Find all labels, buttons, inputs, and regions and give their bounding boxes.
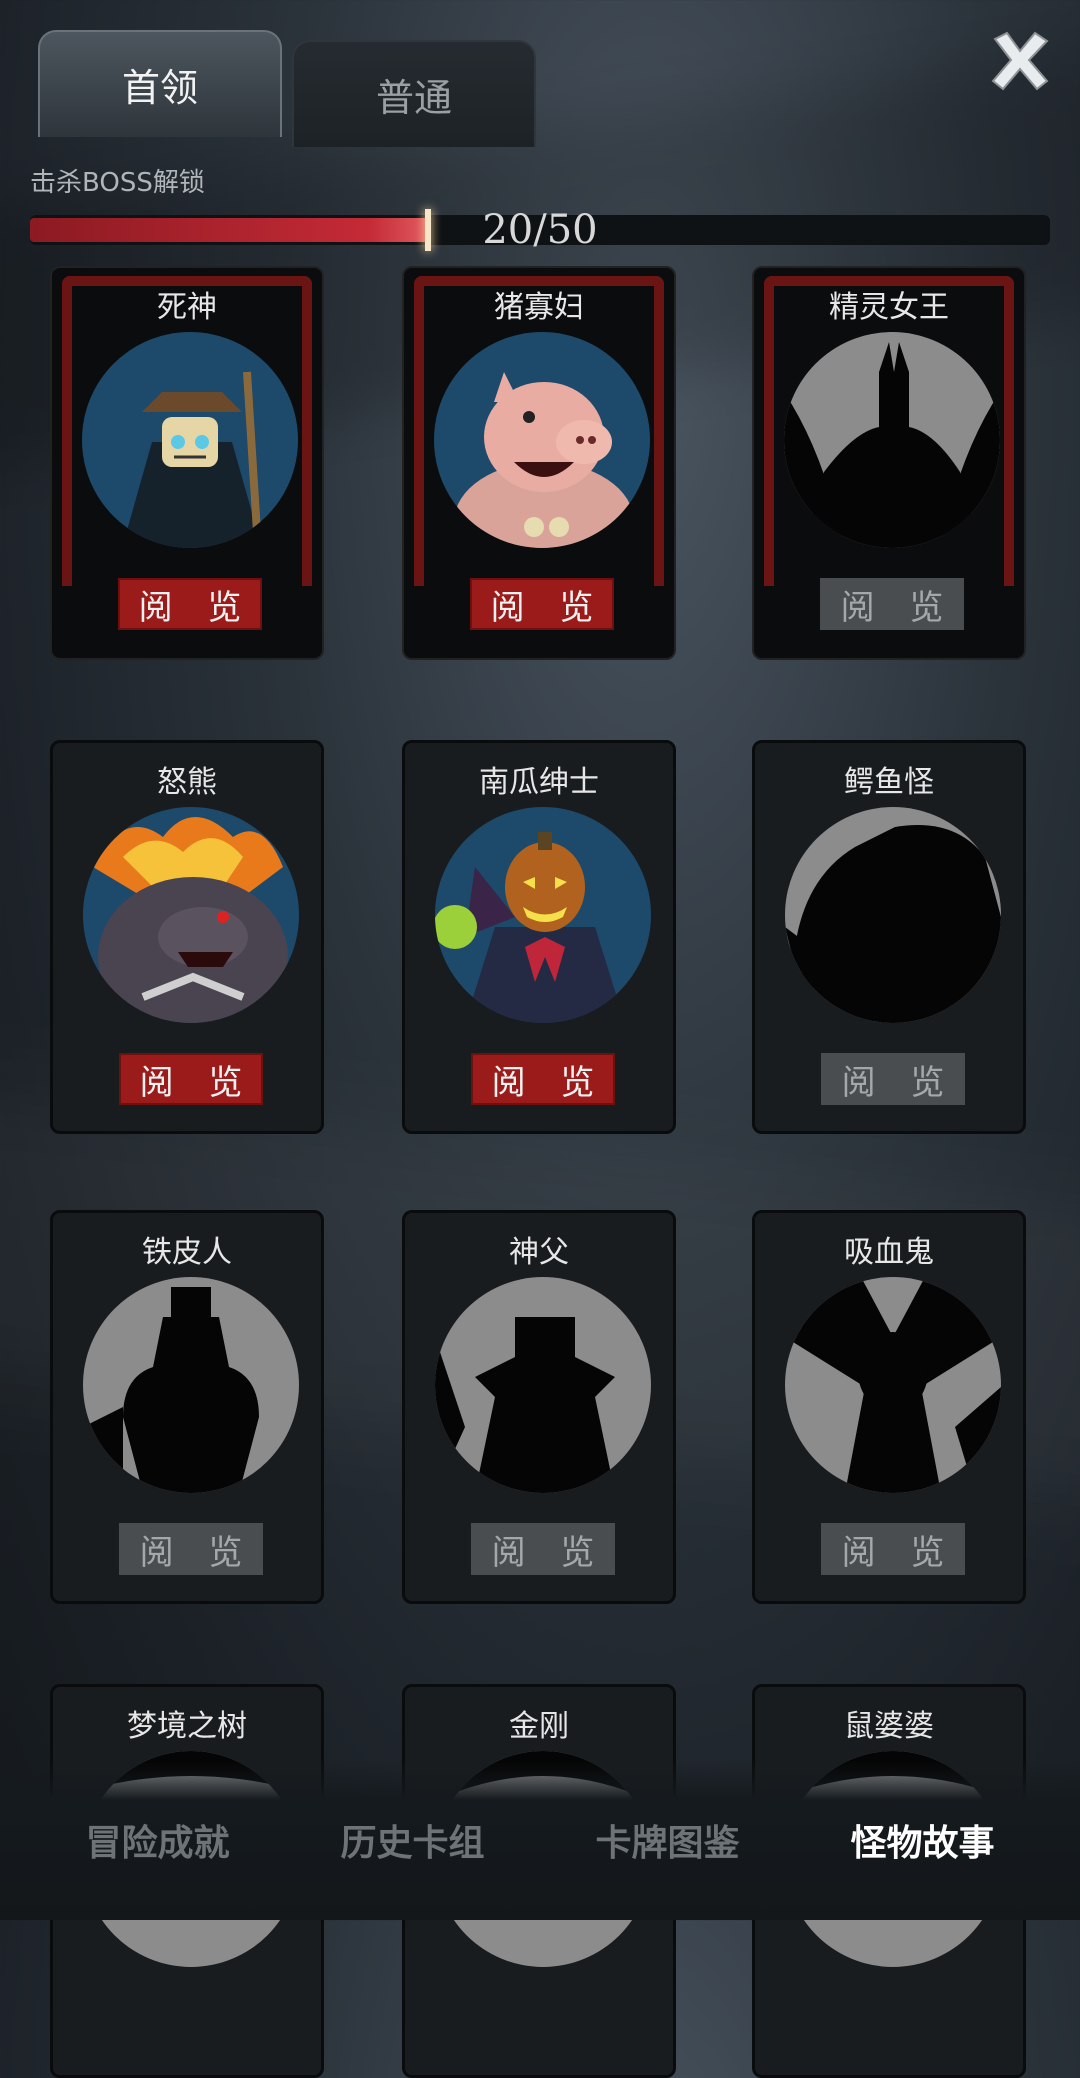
monster-card-crocodile-monster[interactable]: 鳄鱼怪阅 览 bbox=[752, 740, 1026, 1134]
progress-text: 20/50 bbox=[482, 207, 598, 253]
monster-card-tin-man[interactable]: 铁皮人阅 览 bbox=[50, 1210, 324, 1604]
monster-card-pumpkin-gentleman[interactable]: 南瓜绅士阅 览 bbox=[402, 740, 676, 1134]
monster-portrait bbox=[434, 332, 650, 548]
view-button[interactable]: 阅 览 bbox=[118, 578, 262, 630]
monster-name: 鼠婆婆 bbox=[844, 1709, 934, 1744]
monster-name: 金刚 bbox=[509, 1709, 569, 1744]
monster-card-vampire[interactable]: 吸血鬼阅 览 bbox=[752, 1210, 1026, 1604]
view-button[interactable]: 阅 览 bbox=[119, 1523, 263, 1575]
monster-name: 铁皮人 bbox=[142, 1235, 232, 1270]
monster-card-pig-widow[interactable]: 猪寡妇阅 览 bbox=[402, 266, 676, 660]
monster-name: 神父 bbox=[509, 1235, 569, 1270]
monster-silhouette bbox=[785, 807, 1001, 1023]
nav-history-decks[interactable]: 历史卡组 bbox=[340, 1814, 484, 1866]
nav-monster-stories[interactable]: 怪物故事 bbox=[850, 1814, 994, 1866]
monster-name: 吸血鬼 bbox=[844, 1235, 934, 1270]
view-button[interactable]: 阅 览 bbox=[821, 1053, 965, 1105]
monster-silhouette bbox=[784, 332, 1000, 548]
monster-name: 猪寡妇 bbox=[494, 290, 584, 325]
monster-portrait bbox=[83, 807, 299, 1023]
monster-card-angry-bear[interactable]: 怒熊阅 览 bbox=[50, 740, 324, 1134]
close-icon[interactable] bbox=[985, 25, 1055, 95]
monster-silhouette bbox=[785, 1277, 1001, 1493]
monster-card-elf-queen[interactable]: 精灵女王阅 览 bbox=[752, 266, 1026, 660]
nav-adventure-achievements[interactable]: 冒险成就 bbox=[85, 1814, 229, 1866]
view-button[interactable]: 阅 览 bbox=[471, 1523, 615, 1575]
monster-name: 南瓜绅士 bbox=[479, 765, 599, 800]
monster-name: 死神 bbox=[157, 290, 217, 325]
view-button[interactable]: 阅 览 bbox=[820, 578, 964, 630]
unlock-progress-bar: 20/50 bbox=[30, 207, 1050, 253]
view-button[interactable]: 阅 览 bbox=[821, 1523, 965, 1575]
view-button[interactable]: 阅 览 bbox=[470, 578, 614, 630]
monster-silhouette bbox=[435, 1277, 651, 1493]
monster-name: 怒熊 bbox=[157, 765, 217, 800]
monster-name: 鳄鱼怪 bbox=[844, 765, 934, 800]
monster-portrait bbox=[435, 807, 651, 1023]
tab-boss[interactable]: 首领 bbox=[38, 30, 282, 137]
bottom-nav: 冒险成就 历史卡组 卡牌图鉴 怪物故事 bbox=[0, 1760, 1080, 1920]
view-button[interactable]: 阅 览 bbox=[471, 1053, 615, 1105]
monster-name: 精灵女王 bbox=[829, 290, 949, 325]
tab-normal[interactable]: 普通 bbox=[292, 40, 536, 147]
view-button[interactable]: 阅 览 bbox=[119, 1053, 263, 1105]
monster-portrait bbox=[82, 332, 298, 548]
monster-card-reaper[interactable]: 死神阅 览 bbox=[50, 266, 324, 660]
unlock-label: 击杀BOSS解锁 bbox=[30, 168, 205, 198]
monster-silhouette bbox=[83, 1277, 299, 1493]
nav-card-catalog[interactable]: 卡牌图鉴 bbox=[595, 1814, 739, 1866]
monster-name: 梦境之树 bbox=[127, 1709, 247, 1744]
monster-card-priest[interactable]: 神父阅 览 bbox=[402, 1210, 676, 1604]
